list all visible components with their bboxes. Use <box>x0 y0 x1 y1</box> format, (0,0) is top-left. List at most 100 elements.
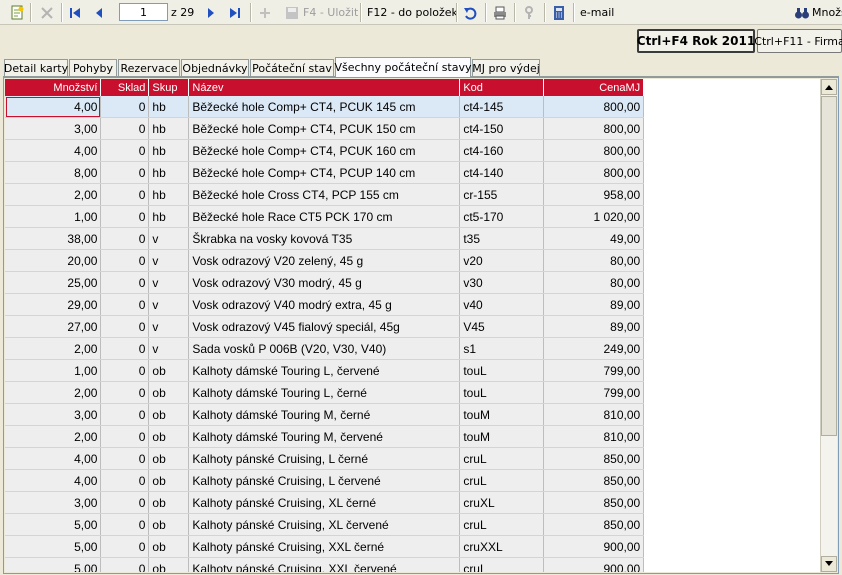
cell-mnozstvi[interactable]: 2,00 <box>5 337 102 360</box>
cell-kod[interactable]: touM <box>459 425 545 448</box>
cell-cenamj[interactable]: 850,00 <box>543 469 645 492</box>
tab-rezervace[interactable]: Rezervace <box>118 59 180 76</box>
cell-mnozstvi[interactable]: 5,00 <box>5 535 102 558</box>
cell-kod[interactable]: cruL <box>459 557 545 572</box>
add-icon[interactable] <box>254 0 276 25</box>
table-row[interactable]: 27,00 0 v Vosk odrazový V45 fialový speciál… <box>5 315 820 338</box>
cell-mnozstvi[interactable]: 1,00 <box>5 205 102 228</box>
cell-mnozstvi[interactable]: 38,00 <box>5 227 102 250</box>
cell-nazev[interactable]: Kalhoty dámské Touring M, červené <box>188 425 461 448</box>
tab-vsechny-pocatecni-stavy[interactable]: Všechny počáteční stavy <box>335 57 472 77</box>
table-row[interactable]: 4,00 0 ob Kalhoty pánské Cruising, L červen… <box>5 469 820 492</box>
cell-mnozstvi[interactable]: 27,00 <box>5 315 102 338</box>
cell-kod[interactable]: ct4-140 <box>459 161 545 184</box>
cell-kod[interactable]: cruXXL <box>459 535 545 558</box>
cell-cenamj[interactable]: 810,00 <box>543 425 645 448</box>
table-row[interactable]: 3,00 0 ob Kalhoty pánské Cruising, XL černé… <box>5 491 820 514</box>
first-page-icon[interactable] <box>64 0 86 25</box>
cell-mnozstvi[interactable]: 4,00 <box>5 469 102 492</box>
table-row[interactable]: 3,00 0 ob Kalhoty dámské Touring M, černé to… <box>5 403 820 426</box>
cell-nazev[interactable]: Kalhoty pánské Cruising, L černé <box>188 447 461 470</box>
next-page-icon[interactable] <box>200 0 222 25</box>
cell-kod[interactable]: v20 <box>459 249 545 272</box>
last-page-icon[interactable] <box>224 0 246 25</box>
cell-mnozstvi[interactable]: 4,00 <box>5 139 102 162</box>
cell-cenamj[interactable]: 800,00 <box>543 161 645 184</box>
table-row[interactable]: 20,00 0 v Vosk odrazový V20 zelený, 45 g v20… <box>5 249 820 272</box>
cell-sklad[interactable]: 0 <box>100 469 150 492</box>
cell-sklad[interactable]: 0 <box>100 161 150 184</box>
cell-nazev[interactable]: Kalhoty pánské Cruising, XL červené <box>188 513 461 536</box>
tab-pohyby[interactable]: Pohyby <box>69 59 117 76</box>
calculator-icon[interactable] <box>548 0 570 25</box>
cell-kod[interactable]: s1 <box>459 337 545 360</box>
cell-skup[interactable]: hb <box>148 117 190 140</box>
cell-kod[interactable]: cruL <box>459 513 545 536</box>
cell-skup[interactable]: ob <box>148 425 190 448</box>
column-header-nazev[interactable]: Název <box>188 79 461 96</box>
column-header-skup[interactable]: Skup <box>148 79 190 96</box>
cell-mnozstvi[interactable]: 3,00 <box>5 491 102 514</box>
cell-skup[interactable]: v <box>148 271 190 294</box>
cell-nazev[interactable]: Vosk odrazový V40 modrý extra, 45 g <box>188 293 461 316</box>
cell-sklad[interactable]: 0 <box>100 425 150 448</box>
cell-cenamj[interactable]: 900,00 <box>543 557 645 572</box>
cell-kod[interactable]: cruL <box>459 469 545 492</box>
cell-nazev[interactable]: Kalhoty pánské Cruising, L červené <box>188 469 461 492</box>
column-header-cenamj[interactable]: CenaMJ <box>543 79 645 96</box>
cell-mnozstvi[interactable]: 4,00 <box>5 447 102 470</box>
table-row[interactable]: 5,00 0 ob Kalhoty pánské Cruising, XXL červ… <box>5 557 820 572</box>
table-row[interactable]: 3,00 0 hb Běžecké hole Comp+ CT4, PCUK 150 … <box>5 117 820 140</box>
company-button[interactable]: Ctrl+F11 - Firma <box>754 29 842 53</box>
scroll-thumb[interactable] <box>821 96 837 436</box>
cell-kod[interactable]: ct4-145 <box>459 96 545 118</box>
column-header-kod[interactable]: Kod <box>459 79 545 96</box>
cell-kod[interactable]: cruXL <box>459 491 545 514</box>
cell-sklad[interactable]: 0 <box>100 249 150 272</box>
table-row[interactable]: 5,00 0 ob Kalhoty pánské Cruising, XXL čern… <box>5 535 820 558</box>
cell-nazev[interactable]: Vosk odrazový V45 fialový speciál, 45g <box>188 315 461 338</box>
cell-skup[interactable]: v <box>148 293 190 316</box>
cell-sklad[interactable]: 0 <box>100 535 150 558</box>
cell-mnozstvi[interactable]: 25,00 <box>5 271 102 294</box>
cell-cenamj[interactable]: 900,00 <box>543 535 645 558</box>
key-icon[interactable] <box>518 0 540 25</box>
print-icon[interactable] <box>489 0 511 25</box>
cell-cenamj[interactable]: 799,00 <box>543 381 645 404</box>
cell-cenamj[interactable]: 810,00 <box>543 403 645 426</box>
cell-cenamj[interactable]: 800,00 <box>543 117 645 140</box>
table-row[interactable]: 1,00 0 hb Běžecké hole Race CT5 PCK 170 cm c… <box>5 205 820 228</box>
table-row[interactable]: 5,00 0 ob Kalhoty pánské Cruising, XL červe… <box>5 513 820 536</box>
cell-kod[interactable]: cr-155 <box>459 183 545 206</box>
cell-nazev[interactable]: Vosk odrazový V30 modrý, 45 g <box>188 271 461 294</box>
cell-kod[interactable]: ct5-170 <box>459 205 545 228</box>
cell-cenamj[interactable]: 850,00 <box>543 513 645 536</box>
items-button[interactable]: F12 - do položek <box>367 0 458 25</box>
cell-nazev[interactable]: Běžecké hole Comp+ CT4, PCUK 145 cm <box>188 96 461 118</box>
cell-mnozstvi[interactable]: 2,00 <box>5 381 102 404</box>
cell-mnozstvi[interactable]: 4,00 <box>5 96 102 118</box>
cell-skup[interactable]: ob <box>148 403 190 426</box>
cell-cenamj[interactable]: 80,00 <box>543 249 645 272</box>
table-row[interactable]: 2,00 0 ob Kalhoty dámské Touring L, černé to… <box>5 381 820 404</box>
cell-skup[interactable]: hb <box>148 139 190 162</box>
cell-skup[interactable]: hb <box>148 161 190 184</box>
cell-cenamj[interactable]: 49,00 <box>543 227 645 250</box>
cell-kod[interactable]: touL <box>459 359 545 382</box>
email-button[interactable]: e-mail <box>580 0 614 25</box>
cell-sklad[interactable]: 0 <box>100 359 150 382</box>
tab-detail-karty[interactable]: Detail karty <box>4 59 68 76</box>
cell-sklad[interactable]: 0 <box>100 227 150 250</box>
cell-sklad[interactable]: 0 <box>100 315 150 338</box>
cell-cenamj[interactable]: 89,00 <box>543 293 645 316</box>
tab-mj-pro-vydej[interactable]: MJ pro výdej <box>472 59 540 76</box>
cell-cenamj[interactable]: 850,00 <box>543 491 645 514</box>
cell-kod[interactable]: V45 <box>459 315 545 338</box>
cell-nazev[interactable]: Škrabka na vosky kovová T35 <box>188 227 461 250</box>
cell-cenamj[interactable]: 800,00 <box>543 139 645 162</box>
scroll-up-icon[interactable] <box>821 79 837 95</box>
cell-kod[interactable]: cruL <box>459 447 545 470</box>
cell-mnozstvi[interactable]: 20,00 <box>5 249 102 272</box>
table-row[interactable]: 4,00 0 hb Běžecké hole Comp+ CT4, PCUK 145 … <box>5 96 820 118</box>
cell-skup[interactable]: ob <box>148 359 190 382</box>
